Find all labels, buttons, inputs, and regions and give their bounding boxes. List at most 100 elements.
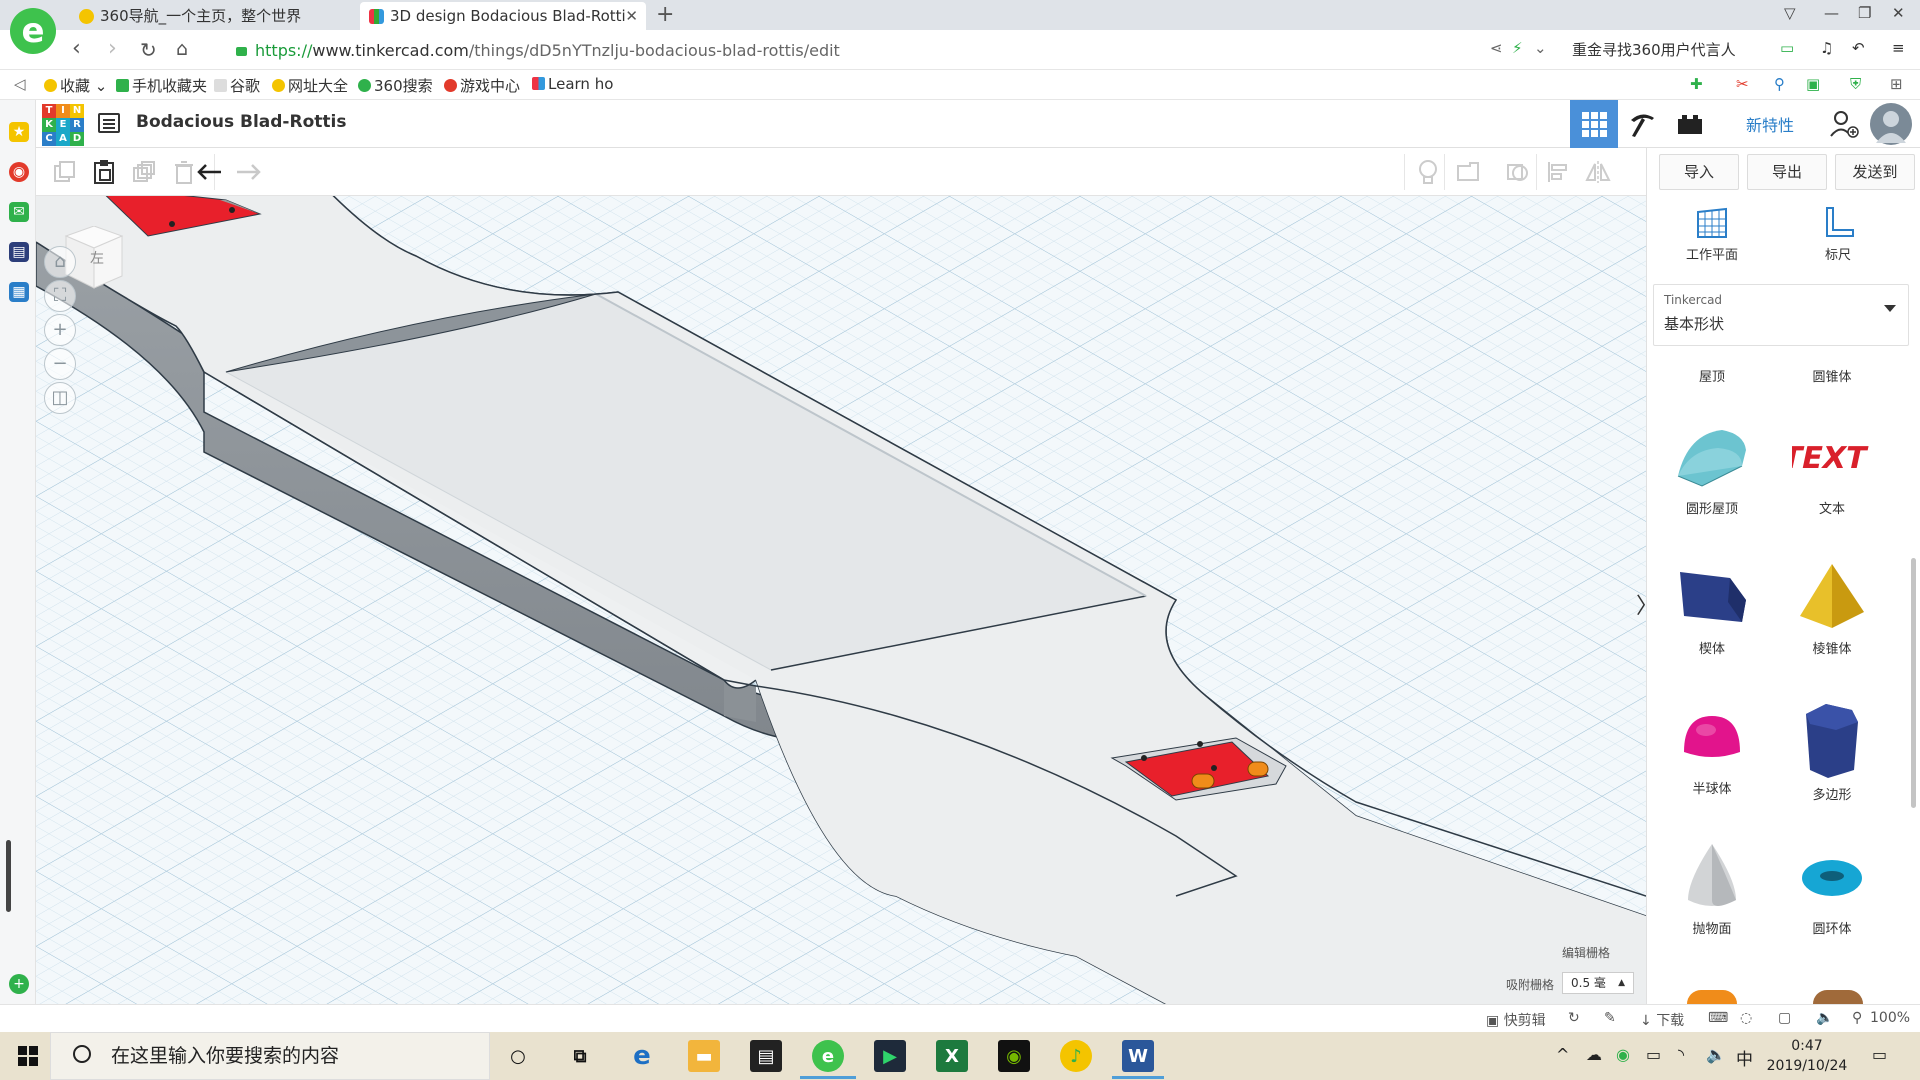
weibo-icon[interactable]: ◉ [9, 162, 29, 182]
window-icon[interactable]: ▢ [1778, 1010, 1791, 1026]
bookmark-learn[interactable]: Learn ho [532, 75, 613, 93]
file-explorer-icon[interactable]: ▬ [688, 1040, 720, 1072]
zoom-out-button[interactable]: − [44, 348, 76, 380]
design-list-icon[interactable] [98, 113, 120, 133]
align-icon[interactable] [1544, 158, 1572, 186]
fit-view-button[interactable]: ⛶ [44, 280, 76, 312]
headphones-icon[interactable]: ♫ [1820, 39, 1833, 57]
minimize-button[interactable]: — [1824, 4, 1839, 22]
taskbar-search-input[interactable]: 在这里输入你要搜索的内容 [50, 1032, 490, 1080]
shape-torus[interactable]: 圆环体 [1777, 840, 1887, 937]
delete-icon[interactable] [170, 158, 198, 186]
show-hidden-icons[interactable]: ^ [1556, 1045, 1569, 1064]
bookmark-game-center[interactable]: 游戏中心 [444, 75, 520, 96]
screenshot-icon[interactable]: ⌨ [1708, 1010, 1728, 1026]
battery-icon[interactable]: ▭ [1646, 1045, 1661, 1064]
back-button[interactable]: ‹ [72, 36, 81, 61]
360-browser-taskbar-icon[interactable]: e [812, 1040, 844, 1072]
sidebar-scroll-handle[interactable] [6, 840, 11, 912]
tinkercad-logo[interactable]: T I N K E R C A D [42, 104, 84, 146]
system-clock[interactable]: 0:47 2019/10/24 [1762, 1036, 1852, 1076]
battery-icon[interactable]: ▭ [1780, 39, 1794, 57]
shapes-scrollbar[interactable] [1911, 558, 1916, 808]
duplicate-icon[interactable] [130, 158, 158, 186]
add-app-icon[interactable]: + [9, 974, 29, 994]
avatar[interactable] [1870, 103, 1912, 145]
tab-tinkercad-design[interactable]: 3D design Bodacious Blad-Rotti ✕ [360, 2, 646, 30]
shield-icon[interactable]: ⛨ [1850, 75, 1861, 93]
windows-start-icon[interactable] [18, 1046, 38, 1066]
3d-workplane[interactable]: 左 ⌂ ⛶ + − ◫ 编辑栅格 吸附栅格 0.5 毫 ▲ [36, 196, 1646, 1004]
3d-view-button[interactable] [1570, 100, 1618, 148]
reload-icon[interactable]: ↻ [140, 38, 157, 62]
nvidia-icon[interactable]: ◉ [998, 1040, 1030, 1072]
blocks-view-button[interactable] [1618, 100, 1666, 148]
bookmark-site-directory[interactable]: 网址大全 [272, 75, 348, 96]
redo-icon[interactable] [234, 158, 262, 186]
zoom-level[interactable]: 100% [1870, 1010, 1910, 1026]
360-browser-logo-icon[interactable]: e [10, 8, 56, 54]
restore-button[interactable]: ❐ [1858, 4, 1871, 22]
address-promo-link[interactable]: 重金寻找360用户代言人 [1572, 39, 1736, 60]
mail-icon[interactable]: ✉ [9, 202, 29, 222]
mode-dropdown-icon[interactable]: ⌄ [1534, 39, 1547, 57]
share-icon[interactable]: ⋖ [1490, 39, 1503, 57]
favorites-icon[interactable]: ★ [9, 122, 29, 142]
forward-button[interactable]: › [108, 36, 117, 61]
menu-icon[interactable]: ≡ [1892, 39, 1905, 57]
quick-cut-button[interactable]: ▣ 快剪辑 [1486, 1010, 1546, 1030]
whats-new-link[interactable]: 新特性 [1746, 112, 1794, 136]
ungroup-icon[interactable] [1504, 158, 1532, 186]
home-view-button[interactable]: ⌂ [44, 246, 76, 278]
mirror-icon[interactable] [1584, 158, 1612, 186]
bricks-view-button[interactable] [1666, 100, 1714, 148]
tab-360-navigation[interactable]: 360导航_一个主页，整个世界 [70, 2, 360, 30]
shape-pyramid[interactable]: 棱锥体 [1777, 560, 1887, 657]
undo-icon[interactable] [196, 158, 224, 186]
scissors-icon[interactable]: ✂ [1736, 75, 1749, 93]
shape-library-select[interactable]: Tinkercad 基本形状 [1653, 284, 1909, 346]
bookmark-mobile[interactable]: 手机收藏夹 [116, 75, 207, 96]
url-field[interactable]: https://www.tinkercad.com/things/dD5nYTn… [236, 39, 1466, 63]
ime-indicator[interactable]: 中 [1736, 1045, 1753, 1070]
apps-grid-icon[interactable]: ⊞ [1890, 75, 1903, 93]
close-tab-icon[interactable]: ✕ [625, 2, 638, 30]
sidebar-toggle-icon[interactable]: ◁ [14, 75, 26, 93]
wifi-icon[interactable]: ◝ [1678, 1045, 1684, 1064]
workplane-tool[interactable]: 工作平面 [1667, 206, 1757, 263]
extension-icon[interactable]: ✚ [1690, 75, 1703, 93]
task-view-icon[interactable]: ⧉ [564, 1040, 596, 1072]
shape-half-sphere[interactable]: 半球体 [1657, 700, 1767, 797]
edit-grid-button[interactable]: 编辑栅格 [1562, 944, 1610, 961]
pin-icon[interactable]: ✎ [1604, 1010, 1616, 1026]
speaker-icon[interactable]: 🔈 [1706, 1045, 1726, 1064]
ruler-tool[interactable]: 标尺 [1793, 206, 1883, 263]
bookmark-google[interactable]: 谷歌 [214, 75, 260, 96]
store-icon[interactable]: ▤ [750, 1040, 782, 1072]
new-tab-button[interactable]: + [656, 2, 674, 28]
shape-wedge[interactable]: 楔体 [1657, 560, 1767, 657]
volume-icon[interactable]: 🔈 [1816, 1010, 1833, 1026]
video-player-icon[interactable]: ▶ [874, 1040, 906, 1072]
zoom-in-button[interactable]: + [44, 314, 76, 346]
shape-paraboloid[interactable]: 抛物面 [1657, 840, 1767, 937]
cortana-icon[interactable]: ○ [502, 1040, 534, 1072]
bookmark-360-search[interactable]: 360搜索 [358, 75, 433, 96]
shape-round-roof[interactable]: 圆形屋顶 [1657, 420, 1767, 517]
refresh-status-icon[interactable]: ↻ [1568, 1010, 1580, 1026]
home-icon[interactable]: ⌂ [176, 38, 188, 60]
word-icon[interactable]: W [1122, 1040, 1154, 1072]
shape-polygon[interactable]: 多边形 [1777, 700, 1887, 803]
close-window-button[interactable]: ✕ [1892, 4, 1905, 22]
notification-center-icon[interactable]: ▭ [1872, 1045, 1887, 1064]
download-button[interactable]: ↓ 下载 [1640, 1010, 1684, 1030]
ortho-view-button[interactable]: ◫ [44, 382, 76, 414]
qq-music-icon[interactable]: ♪ [1060, 1040, 1092, 1072]
light-bulb-icon[interactable] [1414, 158, 1442, 186]
onedrive-icon[interactable]: ☁ [1586, 1045, 1602, 1064]
shirt-skin-icon[interactable]: ▽ [1784, 4, 1796, 22]
snap-grid-select[interactable]: 0.5 毫 ▲ [1562, 972, 1634, 994]
notes-icon[interactable]: ▦ [9, 282, 29, 302]
search-icon[interactable]: ⚲ [1774, 75, 1785, 93]
clean-icon[interactable]: ◌ [1740, 1010, 1752, 1026]
